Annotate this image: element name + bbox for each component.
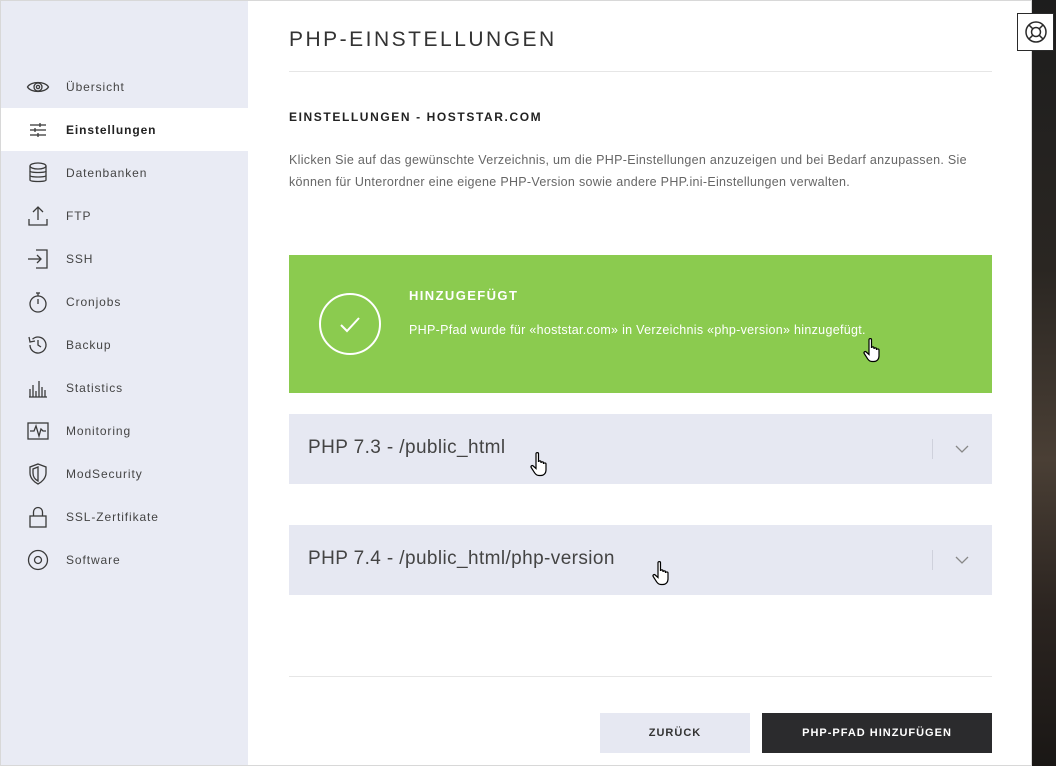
sidebar-item-label: Backup — [66, 337, 112, 352]
footer-divider — [289, 676, 992, 677]
history-icon — [26, 333, 50, 357]
bar-chart-icon — [26, 376, 50, 400]
add-php-path-button[interactable]: PHP-PFAD HINZUFÜGEN — [762, 713, 992, 753]
sidebar-item-label: SSL-Zertifikate — [66, 509, 159, 524]
chevron-down-icon[interactable] — [953, 551, 971, 569]
sidebar-item-label: Monitoring — [66, 423, 132, 438]
sidebar-item-label: Statistics — [66, 380, 124, 395]
sliders-icon — [26, 118, 50, 142]
sidebar-item-monitoring[interactable]: Monitoring — [0, 409, 248, 452]
sidebar-item-label: FTP — [66, 208, 92, 223]
sidebar-item-label: Cronjobs — [66, 294, 122, 309]
sidebar-item-software[interactable]: Software — [0, 538, 248, 581]
sidebar-item-statistics[interactable]: Statistics — [0, 366, 248, 409]
row-divider — [932, 439, 933, 459]
background-image-edge — [1032, 0, 1056, 766]
description-text: Klicken Sie auf das gewünschte Verzeichn… — [289, 153, 967, 189]
chevron-down-icon[interactable] — [953, 440, 971, 458]
eye-icon — [26, 75, 50, 99]
sidebar: Übersicht Einstellungen Datenbanken FTP … — [0, 0, 248, 766]
sidebar-item-ssl-zertifikate[interactable]: SSL-Zertifikate — [0, 495, 248, 538]
disc-icon — [26, 548, 50, 572]
sidebar-item-modsecurity[interactable]: ModSecurity — [0, 452, 248, 495]
sidebar-item-label: SSH — [66, 251, 94, 266]
hand-cursor-icon — [529, 451, 551, 477]
row-divider — [932, 550, 933, 570]
help-button[interactable] — [1017, 13, 1054, 51]
database-icon — [26, 161, 50, 185]
section-title: EINSTELLUNGEN - HOSTSTAR.COM — [289, 110, 543, 124]
php-path-label: PHP 7.4 - /public_html/php-version — [308, 548, 615, 569]
lock-icon — [26, 505, 50, 529]
hand-cursor-icon — [862, 337, 884, 363]
page-title: PHP-EINSTELLUNGEN — [289, 28, 557, 51]
sidebar-item-ssh[interactable]: SSH — [0, 237, 248, 280]
sidebar-item-cronjobs[interactable]: Cronjobs — [0, 280, 248, 323]
checkmark-circle-icon — [319, 293, 381, 355]
shield-icon — [26, 462, 50, 486]
login-icon — [26, 247, 50, 271]
php-path-row[interactable]: PHP 7.4 - /public_html/php-version — [289, 525, 992, 595]
alert-text: PHP-Pfad wurde für «hoststar.com» in Ver… — [409, 323, 866, 337]
pulse-icon — [26, 419, 50, 443]
sidebar-item-ftp[interactable]: FTP — [0, 194, 248, 237]
sidebar-item-label: Übersicht — [66, 79, 125, 94]
sidebar-item-label: Software — [66, 552, 121, 567]
success-alert: HINZUGEFÜGT PHP-Pfad wurde für «hoststar… — [289, 255, 992, 393]
sidebar-item-backup[interactable]: Backup — [0, 323, 248, 366]
alert-title: HINZUGEFÜGT — [409, 288, 519, 303]
hand-cursor-icon — [651, 560, 673, 586]
php-path-row[interactable]: PHP 7.3 - /public_html — [289, 414, 992, 484]
back-button[interactable]: ZURÜCK — [600, 713, 750, 753]
sidebar-item-uebersicht[interactable]: Übersicht — [0, 65, 248, 108]
stopwatch-icon — [26, 290, 50, 314]
sidebar-item-datenbanken[interactable]: Datenbanken — [0, 151, 248, 194]
title-divider — [289, 71, 992, 72]
sidebar-item-label: Datenbanken — [66, 165, 148, 180]
php-path-label: PHP 7.3 - /public_html — [308, 437, 506, 458]
sidebar-nav: Übersicht Einstellungen Datenbanken FTP … — [0, 65, 248, 581]
sidebar-item-label: ModSecurity — [66, 466, 143, 481]
upload-icon — [26, 204, 50, 228]
sidebar-item-label: Einstellungen — [66, 122, 157, 137]
main-content: PHP-EINSTELLUNGEN EINSTELLUNGEN - HOSTST… — [248, 0, 1032, 766]
lifebuoy-icon — [1024, 20, 1048, 44]
sidebar-item-einstellungen[interactable]: Einstellungen — [0, 108, 248, 151]
